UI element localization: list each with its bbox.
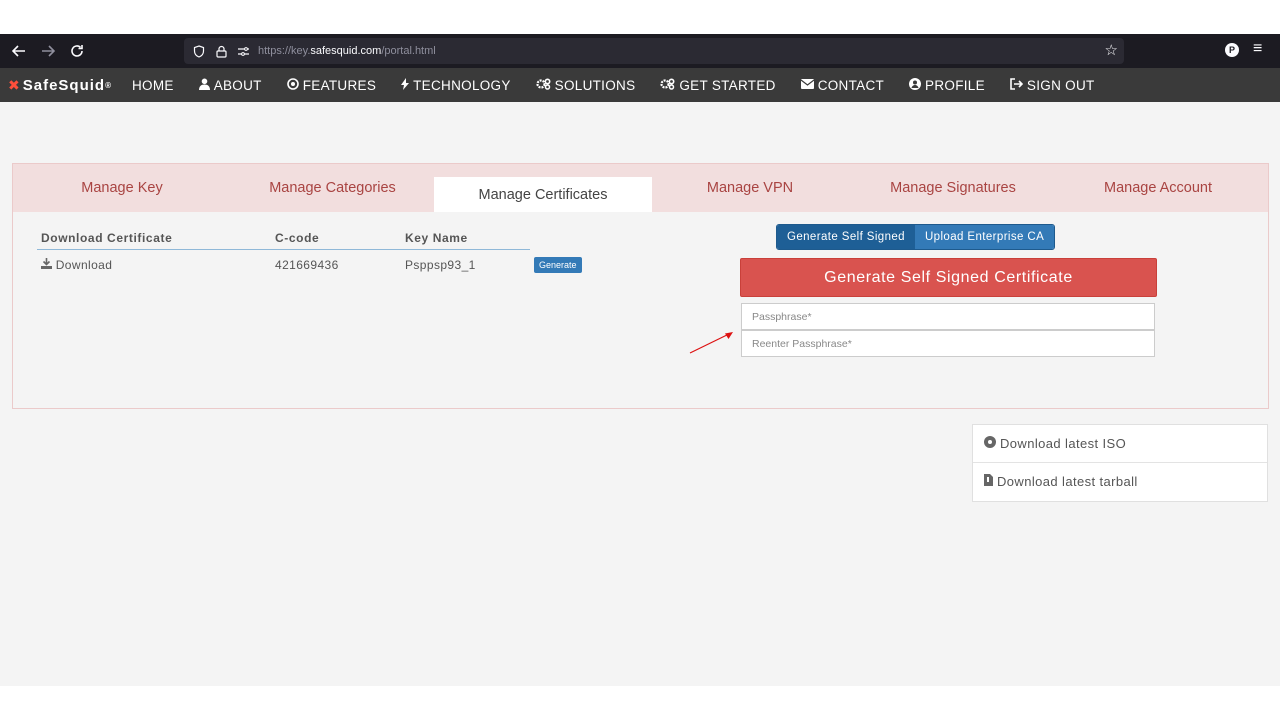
- self-signed-toggle-button[interactable]: Generate Self Signed: [777, 225, 915, 249]
- archive-file-icon: [984, 474, 993, 489]
- ccode-cell: 421669436: [275, 257, 339, 272]
- user-circle-icon: [909, 77, 922, 93]
- red-annotation-arrow-icon: [689, 332, 733, 354]
- key-name-cell: Psppsp93_1: [405, 257, 476, 272]
- url-text: https://key.safesquid.com/portal.html: [258, 45, 436, 57]
- site-navbar: ✖ SafeSquid ® HOME ABOUT FEATURES TECHNOLO…: [0, 68, 1280, 102]
- reenter-passphrase-input[interactable]: [741, 330, 1155, 357]
- page-body: Manage Key Manage Categories Manage Cert…: [0, 102, 1280, 686]
- table-header-row: Download Certificate C-code Key Name: [37, 228, 598, 250]
- permissions-icon[interactable]: [232, 46, 254, 57]
- address-bar[interactable]: https://key.safesquid.com/portal.html ☆: [184, 38, 1124, 64]
- gears-icon: [660, 77, 675, 93]
- browser-toolbar: https://key.safesquid.com/portal.html ☆ …: [0, 34, 1280, 68]
- sign-out-icon: [1010, 77, 1024, 93]
- reload-icon: [70, 45, 83, 57]
- tab-manage-signatures[interactable]: Manage Signatures: [848, 164, 1058, 212]
- portal-panel: Manage Key Manage Categories Manage Cert…: [12, 163, 1269, 409]
- certificates-table: Download Certificate C-code Key Name Dow…: [37, 228, 598, 280]
- gears-icon: [536, 77, 551, 93]
- disc-icon: [984, 436, 996, 451]
- nav-technology[interactable]: TECHNOLOGY: [401, 77, 511, 93]
- bolt-icon: [401, 77, 410, 93]
- tab-manage-vpn[interactable]: Manage VPN: [652, 164, 848, 212]
- tab-manage-key[interactable]: Manage Key: [13, 164, 231, 212]
- nav-sign-out[interactable]: SIGN OUT: [1010, 78, 1095, 93]
- enterprise-ca-toggle-button[interactable]: Upload Enterprise CA: [914, 225, 1055, 249]
- passphrase-input[interactable]: [741, 303, 1155, 330]
- download-tarball-link[interactable]: Download latest tarball: [973, 462, 1267, 500]
- nav-about[interactable]: ABOUT: [198, 78, 262, 93]
- column-header: Download Certificate: [37, 228, 271, 250]
- column-header: Key Name: [401, 228, 530, 250]
- tab-bar: Manage Key Manage Categories Manage Cert…: [13, 164, 1268, 212]
- arrow-right-icon: [41, 45, 55, 57]
- reload-button[interactable]: [62, 37, 91, 66]
- nav-get-started[interactable]: GET STARTED: [660, 78, 775, 93]
- profile-icon[interactable]: P: [1225, 43, 1239, 57]
- download-iso-link[interactable]: Download latest ISO: [973, 425, 1267, 462]
- nav-home[interactable]: HOME: [132, 78, 174, 93]
- envelope-icon: [800, 78, 815, 92]
- bookmark-star-icon[interactable]: ☆: [1105, 41, 1118, 59]
- target-icon: [286, 77, 299, 93]
- generate-certificate-button[interactable]: Generate Self Signed Certificate: [740, 258, 1157, 297]
- lock-icon: [210, 45, 232, 58]
- downloads-panel: Download latest ISO Download latest tarb…: [972, 424, 1268, 502]
- download-icon: [41, 257, 52, 272]
- nav-profile[interactable]: PROFILE: [909, 77, 985, 93]
- nav-features[interactable]: FEATURES: [286, 77, 376, 93]
- safesquid-logo[interactable]: ✖ SafeSquid ®: [8, 77, 112, 94]
- shield-icon: [188, 44, 210, 58]
- download-link[interactable]: Download: [37, 250, 271, 280]
- hamburger-menu-icon[interactable]: ≡: [1253, 40, 1262, 58]
- logo-mark-icon: ✖: [8, 76, 21, 93]
- table-row: Download 421669436 Psppsp93_1 Generate: [37, 250, 598, 280]
- tab-manage-account[interactable]: Manage Account: [1058, 164, 1258, 212]
- user-icon: [198, 78, 210, 93]
- cert-mode-toggle: Generate Self Signed Upload Enterprise C…: [776, 224, 1056, 250]
- tab-manage-certificates[interactable]: Manage Certificates: [434, 177, 652, 212]
- arrow-left-icon: [11, 45, 25, 57]
- generate-button[interactable]: Generate: [534, 256, 582, 273]
- nav-solutions[interactable]: SOLUTIONS: [536, 78, 636, 93]
- nav-contact[interactable]: CONTACT: [800, 78, 884, 93]
- tab-manage-categories[interactable]: Manage Categories: [231, 164, 434, 212]
- forward-button[interactable]: [33, 37, 62, 66]
- column-header: C-code: [271, 228, 401, 250]
- back-button[interactable]: [4, 37, 33, 66]
